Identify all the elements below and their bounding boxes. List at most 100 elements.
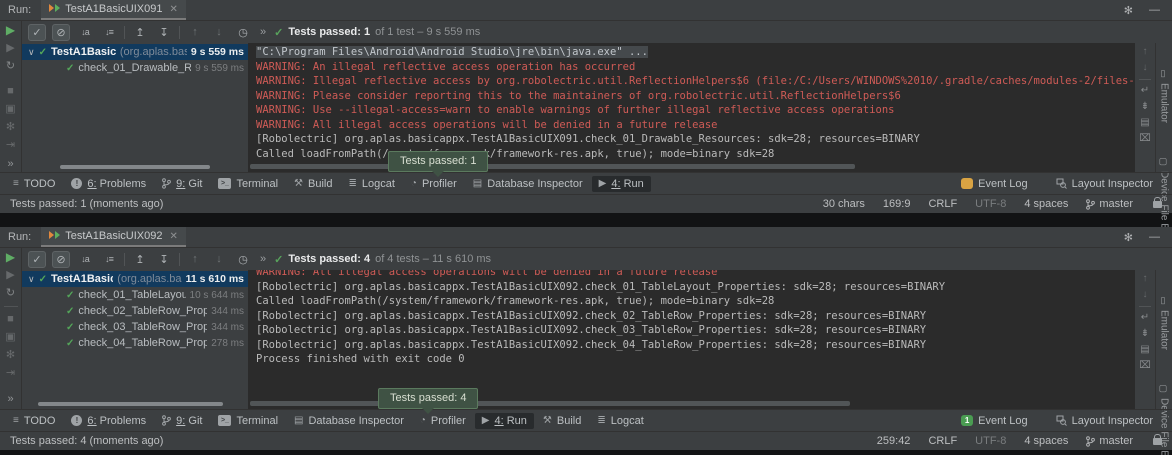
chevron-down-icon[interactable]: ∨: [28, 47, 35, 58]
tool-window-emulator[interactable]: ▯Emulator: [1159, 296, 1170, 350]
caret-position[interactable]: 259:42: [877, 435, 911, 447]
toolwindow-todo[interactable]: ≡TODO: [6, 413, 62, 429]
test-history-icon[interactable]: ◷: [234, 24, 252, 41]
minimize-icon[interactable]: —: [1149, 231, 1160, 243]
sort-by-duration-icon[interactable]: ↓≡: [100, 24, 118, 41]
toolwindow-terminal[interactable]: >_Terminal: [211, 413, 285, 429]
line-separator[interactable]: CRLF: [928, 435, 957, 447]
navigate-with-single-click-icon[interactable]: ⇥: [6, 140, 15, 151]
toolwindow-database-inspector[interactable]: ▤Database Inspector: [466, 176, 590, 192]
lock-icon[interactable]: [1153, 201, 1162, 208]
toggle-auto-rerun-icon[interactable]: ↻: [6, 288, 15, 299]
sort-alphabetically-icon[interactable]: ↓a: [76, 251, 94, 268]
more-toolbar-icon[interactable]: »: [260, 26, 266, 38]
clear-all-icon[interactable]: ⌧: [1139, 361, 1151, 371]
git-branch-widget[interactable]: master: [1086, 198, 1133, 210]
toggle-auto-rerun-icon[interactable]: ↻: [6, 61, 15, 72]
down-stacktrace-icon[interactable]: ↓: [1143, 290, 1148, 300]
sort-alphabetically-icon[interactable]: ↓a: [76, 24, 94, 41]
toolwindow-logcat[interactable]: ≣Logcat: [590, 413, 650, 429]
toolwindow-database-inspector[interactable]: ▤Database Inspector: [287, 413, 411, 429]
toolwindow-logcat[interactable]: ≣Logcat: [341, 176, 401, 192]
down-stacktrace-icon[interactable]: ↓: [1143, 63, 1148, 73]
rerun-failed-tests-icon[interactable]: ▶: [6, 270, 14, 281]
chevron-down-icon[interactable]: ∨: [28, 274, 35, 285]
git-branch-widget[interactable]: master: [1086, 435, 1133, 447]
event-log-button[interactable]: Event Log: [954, 176, 1035, 192]
rerun-tests-icon[interactable]: ▶: [6, 251, 15, 263]
toolwindow-problems[interactable]: !6: Problems: [64, 413, 153, 429]
toolwindow-git[interactable]: 9: Git: [155, 413, 209, 429]
previous-failed-test-icon[interactable]: ↑: [186, 251, 204, 268]
lock-icon[interactable]: [1153, 438, 1162, 445]
stop-icon[interactable]: ■: [7, 314, 14, 325]
test-settings-icon[interactable]: ✻: [6, 350, 15, 361]
navigate-with-single-click-icon[interactable]: ⇥: [6, 368, 15, 379]
stop-icon[interactable]: ■: [7, 86, 14, 97]
toolwindow-run[interactable]: ▶4: Run: [592, 176, 651, 192]
run-tab[interactable]: TestA1BasicUIX091 ✕: [41, 0, 186, 20]
test-tree-item[interactable]: ✓ check_01_TableLayout_Properties 10 s 6…: [22, 287, 248, 303]
toolwindow-run[interactable]: ▶4: Run: [475, 413, 534, 429]
minimize-icon[interactable]: —: [1149, 4, 1160, 16]
show-passed-icon[interactable]: ✓: [28, 24, 46, 41]
toolwindow-terminal[interactable]: >_Terminal: [211, 176, 285, 192]
test-tree-item[interactable]: ✓ check_03_TableRow_Properties 344 ms: [22, 319, 248, 335]
test-tree-root[interactable]: ∨ ✓ TestA1BasicUIX092 (org.aplas.basicap…: [22, 271, 248, 287]
print-icon[interactable]: ▤: [1140, 345, 1149, 355]
next-failed-test-icon[interactable]: ↓: [210, 251, 228, 268]
file-encoding[interactable]: UTF-8: [975, 435, 1006, 447]
test-settings-icon[interactable]: ✻: [6, 122, 15, 133]
print-icon[interactable]: ▤: [1140, 118, 1149, 128]
more-options-icon[interactable]: »: [7, 158, 13, 170]
run-tab[interactable]: TestA1BasicUIX092 ✕: [41, 227, 186, 247]
sort-by-duration-icon[interactable]: ↓≡: [100, 251, 118, 268]
indent-setting[interactable]: 4 spaces: [1024, 198, 1068, 210]
event-log-button[interactable]: 1Event Log: [954, 413, 1035, 429]
indent-setting[interactable]: 4 spaces: [1024, 435, 1068, 447]
test-history-icon[interactable]: ◷: [234, 251, 252, 268]
console-scrollbar[interactable]: [250, 164, 855, 169]
test-tree-item[interactable]: ✓ check_04_TableRow_Properties 278 ms: [22, 335, 248, 351]
test-tree-item[interactable]: ✓ check_01_Drawable_Resources 9 s 559 ms: [22, 60, 248, 76]
collapse-all-icon[interactable]: ↧: [155, 24, 173, 41]
scroll-to-end-icon[interactable]: ⇟: [1141, 329, 1149, 339]
screenshot-icon[interactable]: ▣: [5, 104, 15, 115]
file-encoding[interactable]: UTF-8: [975, 198, 1006, 210]
toolwindow-git[interactable]: 9: Git: [155, 176, 209, 192]
caret-position[interactable]: 169:9: [883, 198, 911, 210]
more-options-icon[interactable]: »: [7, 393, 13, 405]
layout-inspector-button[interactable]: Layout Inspector: [1049, 176, 1160, 192]
toolwindow-todo[interactable]: ≡TODO: [6, 176, 62, 192]
next-failed-test-icon[interactable]: ↓: [210, 24, 228, 41]
toolwindow-build[interactable]: ⚒Build: [536, 413, 588, 429]
close-icon[interactable]: ✕: [169, 231, 177, 242]
show-passed-icon[interactable]: ✓: [28, 251, 46, 268]
test-tree-root[interactable]: ∨ ✓ TestA1BasicUIX091 (org.aplas.basicap…: [22, 44, 248, 60]
tree-scrollbar[interactable]: [38, 402, 223, 406]
tool-window-emulator[interactable]: ▯Emulator: [1159, 69, 1170, 123]
soft-wrap-icon[interactable]: ↵: [1141, 313, 1149, 323]
layout-inspector-button[interactable]: Layout Inspector: [1049, 413, 1160, 429]
clear-all-icon[interactable]: ⌧: [1139, 134, 1151, 144]
soft-wrap-icon[interactable]: ↵: [1141, 86, 1149, 96]
more-toolbar-icon[interactable]: »: [260, 253, 266, 265]
up-stacktrace-icon[interactable]: ↑: [1143, 274, 1148, 284]
toolwindow-problems[interactable]: !6: Problems: [64, 176, 153, 192]
console-scrollbar[interactable]: [250, 401, 850, 406]
toolwindow-profiler[interactable]: ◔Profiler: [413, 413, 473, 429]
rerun-tests-icon[interactable]: ▶: [6, 24, 15, 36]
gear-icon[interactable]: ✻: [1124, 231, 1133, 244]
expand-all-icon[interactable]: ↥: [131, 24, 149, 41]
toolwindow-profiler[interactable]: ◔Profiler: [404, 176, 464, 192]
show-ignored-icon[interactable]: ⊘: [52, 251, 70, 268]
screenshot-icon[interactable]: ▣: [5, 332, 15, 343]
test-tree-item[interactable]: ✓ check_02_TableRow_Properties 344 ms: [22, 303, 248, 319]
previous-failed-test-icon[interactable]: ↑: [186, 24, 204, 41]
close-icon[interactable]: ✕: [169, 4, 177, 15]
gear-icon[interactable]: ✻: [1124, 4, 1133, 17]
toolwindow-build[interactable]: ⚒Build: [287, 176, 339, 192]
show-ignored-icon[interactable]: ⊘: [52, 24, 70, 41]
collapse-all-icon[interactable]: ↧: [155, 251, 173, 268]
scroll-to-end-icon[interactable]: ⇟: [1141, 102, 1149, 112]
